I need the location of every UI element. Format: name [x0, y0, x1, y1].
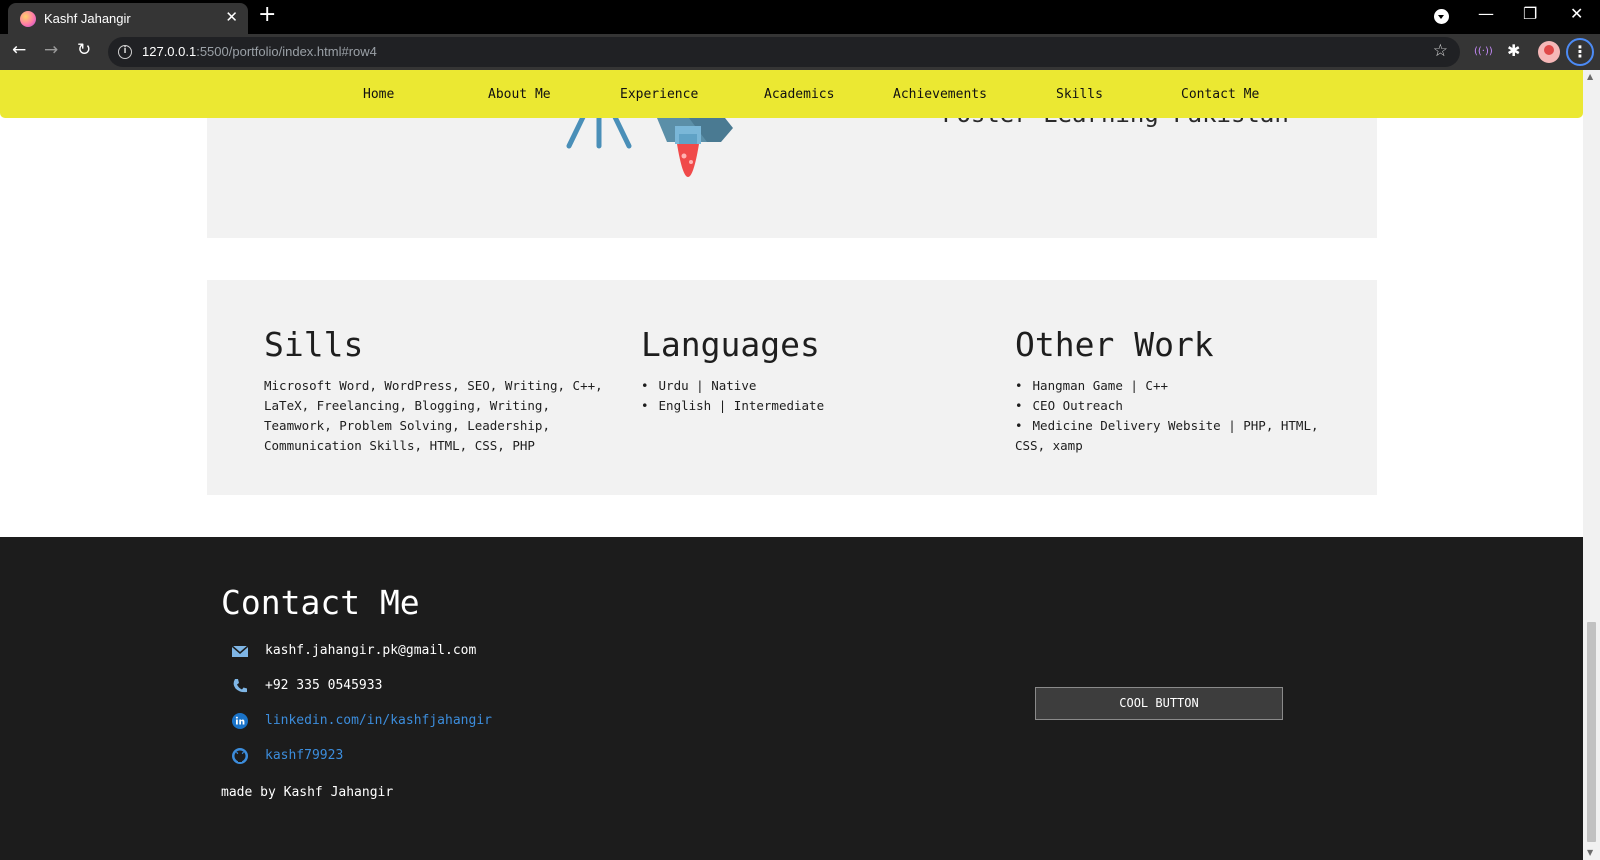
languages-list: Urdu | Native English | Intermediate	[641, 376, 961, 416]
other-work-item: Medicine Delivery Website | PHP, HTML, C…	[1015, 416, 1355, 456]
restore-button[interactable]: ❐	[1523, 4, 1537, 23]
nav-link-contact-me[interactable]: Contact Me	[1181, 87, 1259, 102]
contact-footer: Contact Me kashf.jahangir.pk@gmail.com +…	[0, 537, 1583, 860]
address-bar[interactable]: i 127.0.0.1:5500/portfolio/index.html#ro…	[108, 37, 1460, 67]
minimize-button[interactable]: —	[1478, 4, 1494, 23]
phone-text: +92 335 0545933	[265, 678, 383, 693]
browser-toolbar: ← → ↻ i 127.0.0.1:5500/portfolio/index.h…	[0, 34, 1600, 70]
other-work-list: Hangman Game | C++ CEO Outreach Medicine…	[1015, 376, 1355, 456]
site-navbar: Home About Me Experience Academics Achie…	[0, 70, 1583, 118]
media-extension-icon[interactable]: ((·))	[1474, 46, 1493, 57]
profile-avatar[interactable]	[1538, 41, 1560, 63]
other-work-item: Hangman Game | C++	[1015, 376, 1355, 396]
nav-link-academics[interactable]: Academics	[764, 87, 834, 102]
skills-heading: Sills	[264, 325, 364, 364]
language-item: Urdu | Native	[641, 376, 961, 396]
tab-title: Kashf Jahangir	[44, 11, 131, 26]
other-work-item: CEO Outreach	[1015, 396, 1355, 416]
other-work-heading: Other Work	[1015, 325, 1214, 364]
languages-column: Languages Urdu | Native English | Interm…	[641, 325, 961, 416]
browser-tab-strip: Kashf Jahangir ✕ + — ❐ ✕	[0, 0, 1600, 34]
browser-tab[interactable]: Kashf Jahangir ✕	[8, 3, 248, 34]
back-button[interactable]: ←	[12, 40, 26, 60]
page-viewport: Foster Learning Pakistan Home About Me E…	[0, 70, 1583, 860]
scrollbar-thumb[interactable]	[1587, 622, 1596, 842]
bookmark-star-icon[interactable]: ☆	[1433, 41, 1448, 61]
forward-button[interactable]: →	[44, 40, 58, 60]
languages-heading: Languages	[641, 325, 820, 364]
phone-icon	[233, 679, 247, 693]
linkedin-link[interactable]: linkedin.com/in/kashfjahangir	[265, 713, 492, 728]
scroll-down-arrow-icon[interactable]: ▼	[1587, 848, 1593, 857]
nav-link-home[interactable]: Home	[363, 87, 394, 102]
new-tab-button[interactable]: +	[258, 2, 276, 27]
extensions-puzzle-icon[interactable]: ✱	[1507, 41, 1520, 60]
language-item: English | Intermediate	[641, 396, 961, 416]
email-icon	[231, 645, 249, 657]
favicon-icon	[20, 11, 36, 27]
linkedin-icon	[232, 713, 248, 729]
github-link[interactable]: kashf79923	[265, 748, 343, 763]
nav-link-achievements[interactable]: Achievements	[893, 87, 987, 102]
url-text: 127.0.0.1:5500/portfolio/index.html#row4	[142, 44, 377, 59]
email-text: kashf.jahangir.pk@gmail.com	[265, 643, 477, 658]
other-work-column: Other Work Hangman Game | C++ CEO Outrea…	[1015, 325, 1355, 456]
cool-button[interactable]: COOL BUTTON	[1035, 687, 1283, 720]
skills-section: Sills Microsoft Word, WordPress, SEO, Wr…	[207, 280, 1377, 495]
browser-menu-button[interactable]: ⋮	[1566, 38, 1594, 66]
reload-button[interactable]: ↻	[77, 40, 91, 60]
nav-link-experience[interactable]: Experience	[620, 87, 698, 102]
nav-link-skills[interactable]: Skills	[1056, 87, 1103, 102]
tab-search-icon[interactable]	[1434, 9, 1449, 24]
contact-heading: Contact Me	[221, 583, 420, 622]
window-close-button[interactable]: ✕	[1570, 4, 1583, 23]
nav-link-about-me[interactable]: About Me	[488, 87, 551, 102]
made-by-text: made by Kashf Jahangir	[221, 785, 394, 800]
page-scrollbar[interactable]: ▲ ▼	[1583, 70, 1600, 860]
tab-close-icon[interactable]: ✕	[225, 8, 238, 26]
github-icon	[232, 748, 248, 764]
site-info-icon[interactable]: i	[118, 45, 132, 59]
skills-column: Sills Microsoft Word, WordPress, SEO, Wr…	[264, 325, 604, 456]
skills-text: Microsoft Word, WordPress, SEO, Writing,…	[264, 378, 603, 453]
scroll-up-arrow-icon[interactable]: ▲	[1587, 72, 1593, 81]
